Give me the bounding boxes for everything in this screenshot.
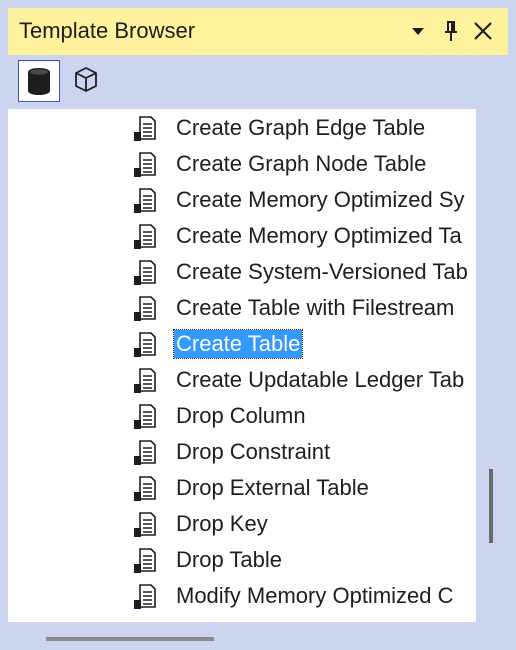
tree-item-label: Create Table	[172, 329, 304, 359]
tree-item-label: Drop External Table	[176, 475, 369, 500]
close-icon[interactable]	[470, 18, 496, 44]
tree-item[interactable]: Drop External Table	[8, 471, 476, 507]
tree-item-label: Modify Memory Optimized C	[176, 583, 454, 608]
horizontal-scrollbar[interactable]	[8, 622, 476, 650]
tree-item[interactable]: Create Updatable Ledger Tab	[8, 363, 476, 399]
vertical-scroll-thumb[interactable]	[489, 469, 493, 543]
tree-item[interactable]: Drop Key	[8, 507, 476, 543]
tree-item-label: Create Table with Filestream	[176, 295, 455, 320]
tree-item[interactable]: Create Memory Optimized Sy	[8, 183, 476, 219]
analysis-services-cube-icon[interactable]	[66, 60, 108, 102]
database-engine-icon[interactable]	[18, 60, 60, 102]
template-file-icon	[132, 259, 158, 287]
tree-item[interactable]: Modify Memory Optimized C	[8, 579, 476, 615]
template-file-icon	[132, 223, 158, 251]
tree-item[interactable]: Drop Column	[8, 399, 476, 435]
template-tree[interactable]: Create Graph Edge Table Create Graph Node…	[8, 109, 476, 622]
panel-title-bar[interactable]: Template Browser	[8, 8, 508, 55]
tree-item[interactable]: Create Memory Optimized Ta	[8, 219, 476, 255]
tree-item-label: Create Memory Optimized Sy	[176, 187, 465, 212]
template-file-icon	[132, 367, 158, 395]
template-file-icon	[132, 295, 158, 323]
tree-item-label: Drop Key	[176, 511, 268, 536]
template-file-icon	[132, 511, 158, 539]
tree-item-label: Create Updatable Ledger Tab	[176, 367, 465, 392]
tree-item[interactable]: Create Table	[8, 327, 476, 363]
tree-item-label: Create Memory Optimized Ta	[176, 223, 462, 248]
template-file-icon	[132, 547, 158, 575]
pin-icon[interactable]	[438, 18, 464, 44]
tree-item-label: Drop Column	[176, 403, 306, 428]
template-toolbar	[8, 55, 508, 109]
tree-item[interactable]: Drop Table	[8, 543, 476, 579]
template-file-icon	[132, 187, 158, 215]
tree-item[interactable]: Create System-Versioned Tab	[8, 255, 476, 291]
template-file-icon	[132, 331, 158, 359]
tree-item[interactable]: Create Graph Node Table	[8, 147, 476, 183]
template-file-icon	[132, 583, 158, 611]
template-file-icon	[132, 151, 158, 179]
tree-item-label: Create Graph Node Table	[176, 151, 427, 176]
tree-item-label: Create System-Versioned Tab	[176, 259, 468, 284]
template-file-icon	[132, 439, 158, 467]
template-file-icon	[132, 475, 158, 503]
tree-item-label: Create Graph Edge Table	[176, 115, 426, 140]
tree-item-label: Drop Table	[176, 547, 282, 572]
template-file-icon	[132, 115, 158, 143]
template-browser-panel: Template Browser Create Graph Edge Table…	[8, 8, 508, 650]
dropdown-icon[interactable]	[405, 18, 431, 44]
template-file-icon	[132, 403, 158, 431]
panel-title: Template Browser	[19, 18, 196, 43]
horizontal-scroll-thumb[interactable]	[46, 637, 214, 641]
tree-item-label: Drop Constraint	[176, 439, 331, 464]
tree-item[interactable]: Create Table with Filestream	[8, 291, 476, 327]
tree-item[interactable]: Drop Constraint	[8, 435, 476, 471]
tree-item[interactable]: Create Graph Edge Table	[8, 111, 476, 147]
vertical-scrollbar[interactable]	[476, 109, 508, 622]
